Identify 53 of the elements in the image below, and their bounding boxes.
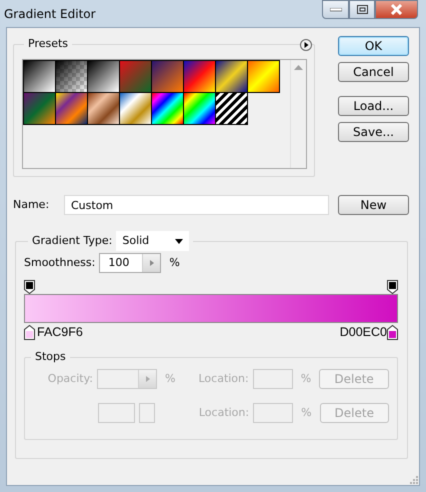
color-stop-value: D00EC0 — [340, 324, 387, 341]
minimize-icon — [330, 8, 342, 12]
color-stop-icon[interactable] — [387, 324, 398, 340]
percent-label: % — [301, 404, 312, 420]
arrow-icon — [146, 376, 150, 382]
restore-icon — [356, 5, 368, 14]
opacity-stop-icon[interactable] — [24, 280, 35, 294]
smoothness-label: Smoothness: — [24, 254, 96, 271]
window-title: Gradient Editor — [4, 6, 96, 23]
new-button[interactable]: New — [338, 195, 409, 215]
gradient-swatch[interactable] — [248, 61, 280, 93]
gradient-swatch[interactable] — [88, 61, 120, 93]
smoothness-field[interactable]: 100 — [99, 253, 162, 273]
percent-label: % — [165, 370, 176, 386]
minimize-button[interactable] — [322, 0, 349, 19]
dialog-button[interactable]: Cancel — [338, 62, 409, 82]
dialog-button[interactable]: Load... — [338, 96, 409, 116]
gradient-type-dropdown[interactable]: Solid — [116, 231, 190, 251]
opacity-label: Opacity: — [46, 370, 93, 386]
gradient-type-label: Gradient Type: — [32, 232, 112, 249]
stops-label: Stops — [31, 350, 70, 364]
play-icon[interactable] — [300, 39, 312, 51]
resize-grip-icon[interactable] — [408, 474, 418, 484]
color-picker-button[interactable] — [139, 402, 155, 423]
maximize-button[interactable] — [349, 0, 375, 19]
ok-button[interactable]: OK — [338, 36, 409, 56]
opacity-stop-icon[interactable] — [387, 280, 398, 294]
location-label: Location: — [198, 404, 250, 420]
gradient-swatch[interactable] — [88, 93, 120, 125]
arrow-icon — [150, 260, 154, 266]
gradient-swatch[interactable] — [24, 61, 56, 93]
gradient-swatch[interactable] — [56, 93, 88, 125]
name-field[interactable]: Custom — [64, 195, 329, 215]
dialog-button[interactable]: Save... — [338, 122, 409, 142]
gradient-swatch[interactable] — [216, 61, 248, 93]
gradient-swatch[interactable] — [184, 93, 216, 125]
color-stop-icon[interactable] — [24, 324, 35, 340]
location-label: Location: — [198, 370, 249, 386]
percent-label: % — [300, 370, 312, 386]
gradient-swatch[interactable] — [24, 93, 56, 125]
color-stop-value: FAC9F6 — [37, 324, 83, 341]
gradient-swatch[interactable] — [184, 61, 216, 93]
gradient-swatch[interactable] — [152, 61, 184, 93]
gradient-swatch[interactable] — [56, 61, 88, 93]
gradient-swatch[interactable] — [120, 61, 152, 93]
gradient-swatch[interactable] — [120, 93, 152, 125]
gradient-swatch[interactable] — [152, 93, 184, 125]
caret-icon — [175, 238, 184, 244]
close-button[interactable] — [375, 0, 418, 19]
percent-label: % — [169, 254, 180, 271]
close-icon — [390, 4, 403, 15]
name-label: Name: — [13, 196, 50, 213]
gradient-swatch[interactable] — [216, 93, 248, 125]
